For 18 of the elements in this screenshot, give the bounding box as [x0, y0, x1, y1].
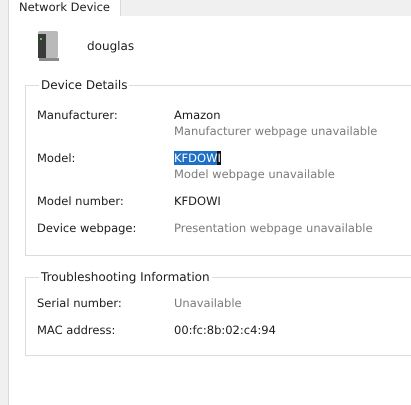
field-value: KFDOWI	[174, 194, 221, 208]
field-value: Presentation webpage unavailable	[174, 221, 373, 235]
field-value: Unavailable	[174, 296, 242, 310]
field-label: Model number:	[37, 194, 125, 208]
field-label: Model:	[37, 151, 76, 167]
field-label: Manufacturer:	[37, 108, 119, 124]
field-value: 00:fc:8b:02:c4:94	[174, 323, 276, 337]
tab[interactable]: Network Device	[8, 0, 122, 16]
field-note: Model webpage unavailable	[174, 167, 335, 181]
group-title: Troubleshooting Information	[40, 270, 211, 284]
field-label: Serial number:	[37, 296, 123, 310]
device-icon	[37, 30, 61, 62]
group-title: Device Details	[40, 78, 128, 92]
field-label: Device webpage:	[37, 221, 138, 235]
field-label: MAC address:	[37, 323, 116, 337]
field-value: Amazon	[174, 108, 220, 122]
field-note: Manufacturer webpage unavailable	[174, 124, 378, 138]
device-name: douglas	[87, 39, 134, 53]
